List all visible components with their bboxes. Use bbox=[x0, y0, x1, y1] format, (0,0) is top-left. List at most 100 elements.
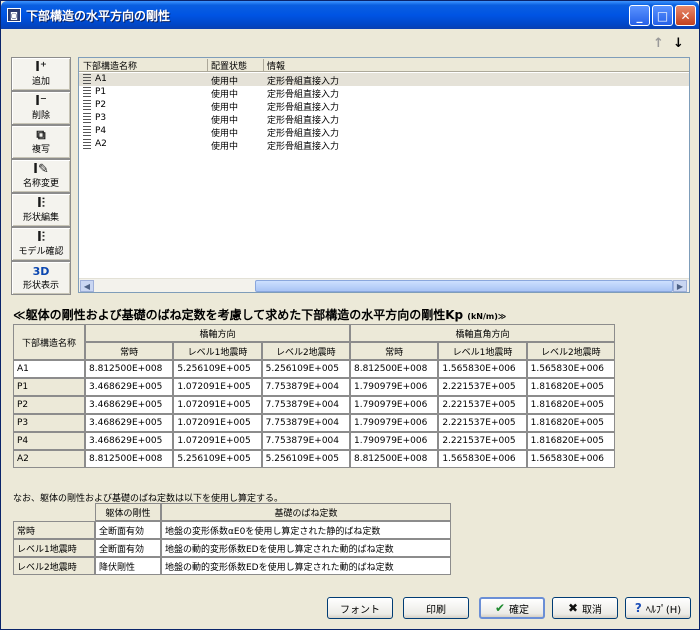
confirm-button-label: 確定 bbox=[509, 604, 530, 616]
cancel-button-label: 取消 bbox=[582, 604, 603, 616]
row-label[interactable]: P1 bbox=[13, 378, 85, 396]
table-cell: 5.256109E+005 bbox=[173, 450, 262, 468]
row-label[interactable]: A1 bbox=[13, 360, 85, 378]
column-header-status[interactable]: 配置状態 bbox=[211, 59, 247, 72]
confirm-button[interactable]: ✔ 確定 bbox=[479, 597, 545, 619]
cancel-button[interactable]: ✖ 取消 bbox=[552, 597, 618, 619]
results-subheader: レベル1地震時 bbox=[438, 342, 527, 360]
list-item[interactable]: P4 使用中 定形骨組直接入力 bbox=[79, 125, 689, 139]
table-row: P2 3.468629E+005 1.072091E+005 7.753879E… bbox=[13, 396, 615, 414]
list-item-name: P2 bbox=[95, 100, 107, 110]
check-icon: ✔ bbox=[494, 601, 506, 615]
list-item-status: 使用中 bbox=[211, 142, 239, 152]
print-button[interactable]: 印刷 bbox=[403, 597, 469, 619]
shape-display-button[interactable]: 3D 形状表示 bbox=[11, 261, 71, 295]
results-subheader: 常時 bbox=[349, 342, 439, 360]
table-cell: 2.221537E+005 bbox=[438, 378, 527, 396]
list-item[interactable]: A1 使用中 定形骨組直接入力 bbox=[79, 73, 689, 87]
table-cell: 7.753879E+004 bbox=[261, 396, 350, 414]
legend-spring: 地盤の動的変形係数EDを使用し算定された動的ばね定数 bbox=[161, 539, 451, 557]
legend-spring: 地盤の動的変形係数EDを使用し算定された動的ばね定数 bbox=[161, 557, 451, 575]
shape-edit-button[interactable]: I⫶ 形状編集 bbox=[11, 193, 71, 227]
table-cell: 3.468629E+005 bbox=[85, 378, 174, 396]
list-item[interactable]: A2 使用中 定形骨組直接入力 bbox=[79, 138, 689, 152]
column-header-info[interactable]: 情報 bbox=[267, 59, 285, 72]
row-label[interactable]: P3 bbox=[13, 414, 85, 432]
table-cell: 3.468629E+005 bbox=[85, 432, 174, 450]
legend-row-label: レベル2地震時 bbox=[13, 557, 95, 575]
table-cell: 1.790979E+006 bbox=[349, 378, 439, 396]
table-cell: 1.072091E+005 bbox=[173, 414, 262, 432]
list-item-name: A1 bbox=[95, 74, 107, 84]
legend-stiffness: 全断面有効 bbox=[95, 521, 161, 539]
list-item-name: A2 bbox=[95, 139, 107, 149]
table-cell: 2.221537E+005 bbox=[438, 414, 527, 432]
list-item[interactable]: P2 使用中 定形骨組直接入力 bbox=[79, 99, 689, 113]
grip-icon bbox=[83, 139, 91, 149]
list-item[interactable]: P3 使用中 定形骨組直接入力 bbox=[79, 112, 689, 126]
scroll-left-icon[interactable]: ◀ bbox=[80, 280, 94, 292]
column-header-name[interactable]: 下部構造名称 bbox=[83, 59, 137, 72]
table-cell: 1.565830E+006 bbox=[438, 450, 527, 468]
table-cell: 1.790979E+006 bbox=[349, 432, 439, 450]
minimize-button[interactable]: _ bbox=[629, 5, 650, 26]
app-icon[interactable]: ◙ bbox=[7, 8, 21, 22]
rename-label: 名称変更 bbox=[22, 179, 59, 189]
add-label: 追加 bbox=[31, 77, 50, 87]
rename-icon: I✎ bbox=[33, 162, 49, 177]
scrollbar-thumb[interactable] bbox=[255, 280, 673, 292]
copy-label: 複写 bbox=[31, 145, 50, 155]
3d-icon: 3D bbox=[32, 265, 50, 278]
maximize-icon: □ bbox=[656, 8, 669, 23]
row-label[interactable]: A2 bbox=[13, 450, 85, 468]
legend-header-spring: 基礎のばね定数 bbox=[161, 503, 451, 521]
results-col-label: 下部構造名称 bbox=[13, 324, 85, 360]
results-group-transverse: 橋軸直角方向 bbox=[349, 324, 615, 342]
close-icon: ✕ bbox=[680, 8, 691, 23]
maximize-button[interactable]: □ bbox=[652, 5, 673, 26]
table-row: A1 8.812500E+008 5.256109E+005 5.256109E… bbox=[13, 360, 615, 378]
table-cell: 5.256109E+005 bbox=[261, 450, 350, 468]
move-down-icon[interactable]: ↓ bbox=[673, 37, 684, 51]
font-button[interactable]: フォント bbox=[327, 597, 393, 619]
substructure-list[interactable]: 下部構造名称 配置状態 情報 A1 使用中 定形骨組直接入力 P1 使用中 定形… bbox=[78, 57, 690, 293]
table-cell: 1.565830E+006 bbox=[438, 360, 527, 378]
add-button[interactable]: I⁺ 追加 bbox=[11, 57, 71, 91]
title-bar[interactable]: ◙ 下部構造の水平方向の剛性 _ □ ✕ bbox=[1, 1, 699, 29]
table-cell: 1.072091E+005 bbox=[173, 378, 262, 396]
close-button[interactable]: ✕ bbox=[675, 5, 696, 26]
table-cell: 8.812500E+008 bbox=[85, 450, 174, 468]
minimize-icon: _ bbox=[636, 8, 643, 23]
table-cell: 5.256109E+005 bbox=[261, 360, 350, 378]
column-divider[interactable] bbox=[207, 59, 208, 71]
scroll-right-icon[interactable]: ▶ bbox=[673, 280, 687, 292]
table-row: P3 3.468629E+005 1.072091E+005 7.753879E… bbox=[13, 414, 615, 432]
sort-controls: ↑ ↓ bbox=[649, 37, 689, 51]
delete-button[interactable]: I⁻ 削除 bbox=[11, 91, 71, 125]
table-cell: 1.072091E+005 bbox=[173, 432, 262, 450]
results-unit: (kN/m)≫ bbox=[467, 312, 507, 321]
column-divider[interactable] bbox=[263, 59, 264, 71]
shape-edit-icon: I⫶ bbox=[36, 196, 46, 211]
rename-button[interactable]: I✎ 名称変更 bbox=[11, 159, 71, 193]
model-check-button[interactable]: I⫶ モデル確認 bbox=[11, 227, 71, 261]
model-check-icon: I⫶ bbox=[36, 230, 46, 245]
table-cell: 1.072091E+005 bbox=[173, 396, 262, 414]
table-cell: 1.790979E+006 bbox=[349, 414, 439, 432]
list-item-name: P1 bbox=[95, 87, 107, 97]
row-label[interactable]: P4 bbox=[13, 432, 85, 450]
move-up-icon[interactable]: ↑ bbox=[653, 37, 664, 51]
table-cell: 7.753879E+004 bbox=[261, 378, 350, 396]
row-label[interactable]: P2 bbox=[13, 396, 85, 414]
model-check-label: モデル確認 bbox=[18, 247, 64, 257]
help-button[interactable]: ? ﾍﾙﾌﾟ(H) bbox=[625, 597, 691, 619]
results-subheader: レベル2地震時 bbox=[526, 342, 615, 360]
copy-button[interactable]: ⧉ 複写 bbox=[11, 125, 71, 159]
results-group-axial: 橋軸方向 bbox=[85, 324, 350, 342]
grip-icon bbox=[83, 74, 91, 84]
horizontal-scrollbar[interactable]: ◀ ▶ bbox=[79, 278, 689, 292]
list-header: 下部構造名称 配置状態 情報 bbox=[79, 58, 689, 72]
font-button-label: フォント bbox=[340, 604, 380, 616]
legend-table: 躯体の剛性 基礎のばね定数 常時 全断面有効 地盤の変形係数αE0を使用し算定さ… bbox=[13, 503, 451, 575]
list-item[interactable]: P1 使用中 定形骨組直接入力 bbox=[79, 86, 689, 100]
